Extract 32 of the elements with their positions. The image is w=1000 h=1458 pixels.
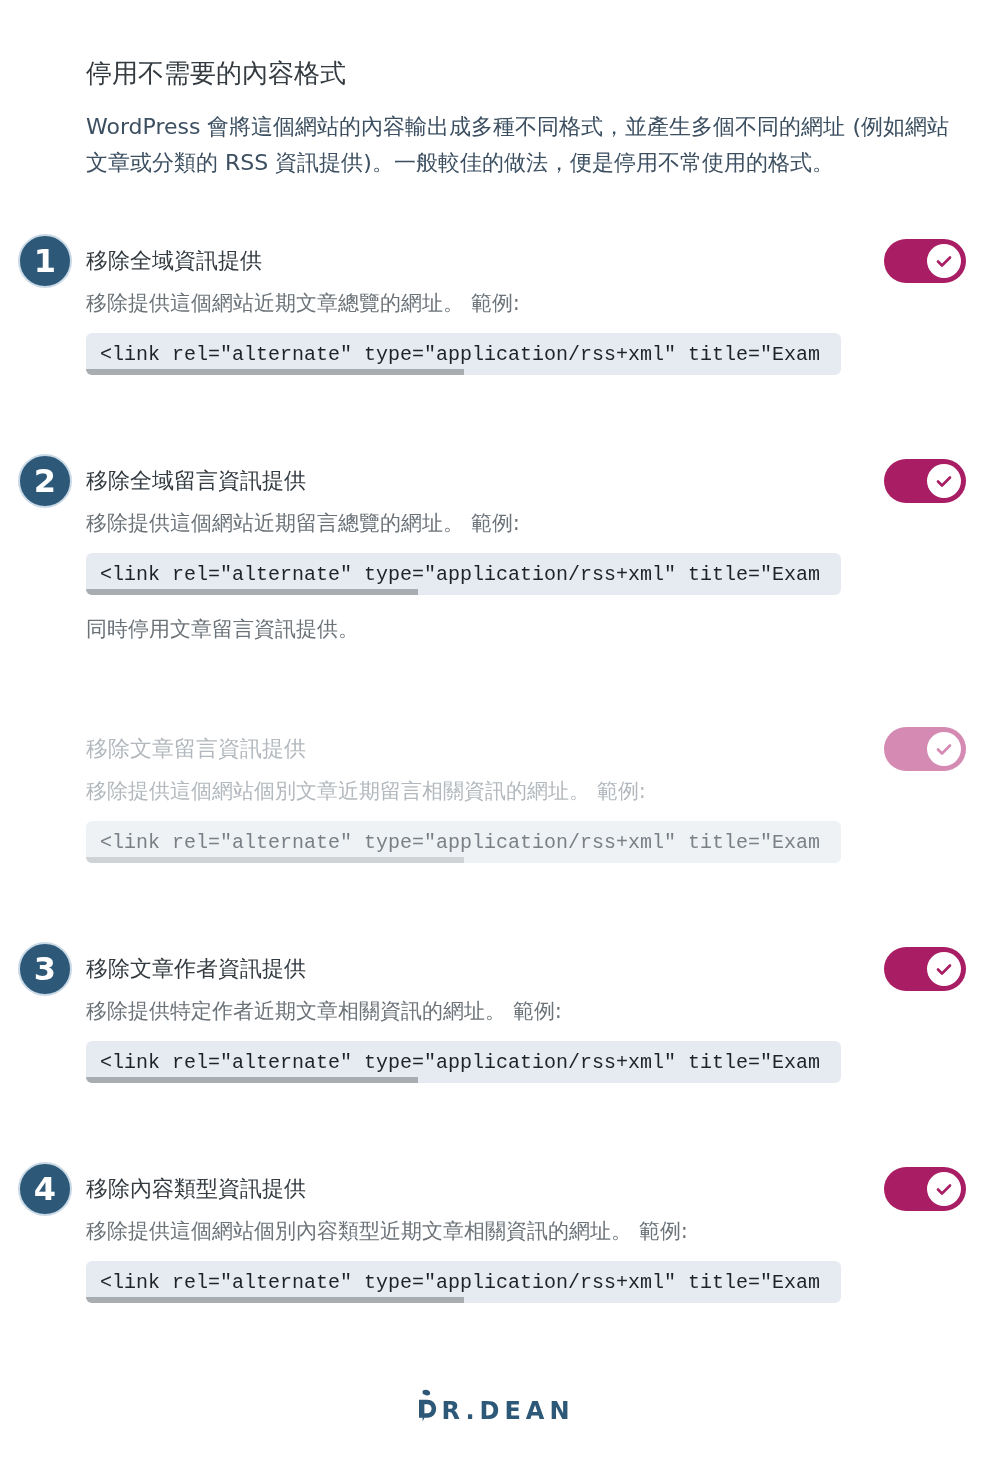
code-example: <link rel="alternate" type="application/rss+xml" title="Exam xyxy=(86,553,841,595)
step-number-badge: 3 xyxy=(18,942,72,996)
setting-description: 移除提供這個網站個別文章近期留言相關資訊的網址。 範例: xyxy=(86,778,647,805)
toggle-switch[interactable] xyxy=(884,947,966,991)
setting-description: 移除提供這個網站近期文章總覽的網址。 範例: xyxy=(86,290,521,317)
toggle-switch[interactable] xyxy=(884,459,966,503)
check-icon xyxy=(926,951,962,987)
setting-title: 移除全域留言資訊提供 xyxy=(86,467,307,495)
check-icon xyxy=(926,731,962,767)
setting-description: 移除提供特定作者近期文章相關資訊的網址。 範例: xyxy=(86,998,563,1025)
check-icon xyxy=(926,243,962,279)
setting-title: 移除文章作者資訊提供 xyxy=(86,955,307,983)
code-example: <link rel="alternate" type="application/rss+xml" title="Exam xyxy=(86,1261,841,1303)
step-number-badge: 1 xyxy=(18,234,72,288)
toggle-switch[interactable] xyxy=(884,239,966,283)
setting-note: 同時停用文章留言資訊提供。 xyxy=(86,616,360,643)
code-example: <link rel="alternate" type="application/rss+xml" title="Exam xyxy=(86,333,841,375)
code-example: <link rel="alternate" type="application/rss+xml" title="Exam xyxy=(86,1041,841,1083)
check-icon xyxy=(926,463,962,499)
check-icon xyxy=(926,1171,962,1207)
section-description: WordPress 會將這個網站的內容輸出成多種不同格式，並產生多個不同的網址 (例如網站文章或分類的 RSS 資訊提供)。一般較佳的做法，便是停用不常使用的格式。 xyxy=(86,113,951,177)
setting-title: 移除全域資訊提供 xyxy=(86,247,263,275)
setting-title: 移除文章留言資訊提供 xyxy=(86,735,307,763)
section-title: 停用不需要的內容格式 xyxy=(86,57,347,90)
step-number-badge: 4 xyxy=(18,1162,72,1216)
code-example: <link rel="alternate" type="application/rss+xml" title="Exam xyxy=(86,821,841,863)
step-number-badge: 2 xyxy=(18,454,72,508)
setting-description: 移除提供這個網站個別內容類型近期文章相關資訊的網址。 範例: xyxy=(86,1218,689,1245)
setting-title: 移除內容類型資訊提供 xyxy=(86,1175,307,1203)
toggle-switch[interactable] xyxy=(884,1167,966,1211)
setting-description: 移除提供這個網站近期留言總覽的網址。 範例: xyxy=(86,510,521,537)
logo-text: R.DEAN xyxy=(441,1397,575,1425)
